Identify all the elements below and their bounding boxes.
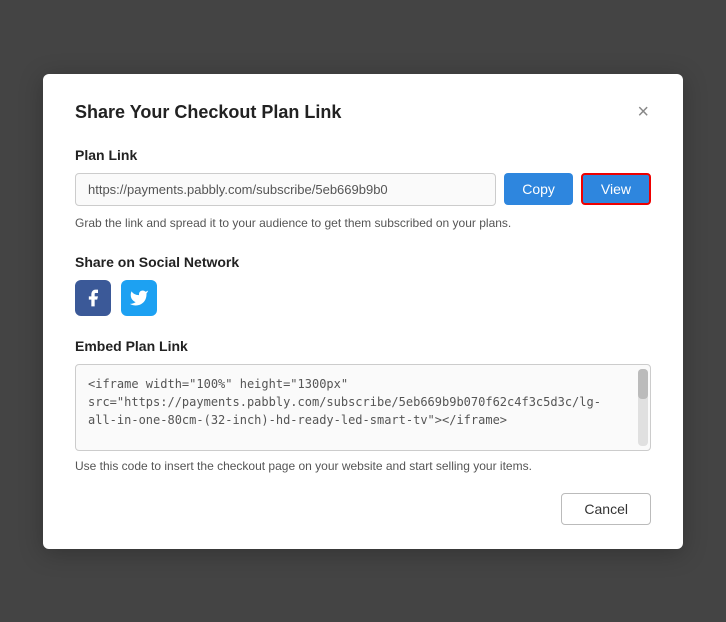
embed-hint: Use this code to insert the checkout pag… [75, 459, 651, 473]
scrollbar-thumb [638, 369, 648, 399]
twitter-icon[interactable] [121, 280, 157, 316]
social-section: Share on Social Network [75, 254, 651, 316]
modal-title: Share Your Checkout Plan Link [75, 102, 341, 123]
embed-textarea-wrapper: <iframe width="100%" height="1300px" src… [75, 364, 651, 451]
modal-header: Share Your Checkout Plan Link × [75, 102, 651, 123]
embed-section: Embed Plan Link <iframe width="100%" hei… [75, 338, 651, 473]
facebook-icon[interactable] [75, 280, 111, 316]
share-modal: Share Your Checkout Plan Link × Plan Lin… [43, 74, 683, 549]
scrollbar [638, 369, 648, 446]
copy-button[interactable]: Copy [504, 173, 573, 205]
cancel-button[interactable]: Cancel [561, 493, 651, 525]
plan-link-hint: Grab the link and spread it to your audi… [75, 214, 651, 232]
view-button[interactable]: View [581, 173, 651, 205]
close-button[interactable]: × [635, 102, 651, 122]
embed-textarea[interactable]: <iframe width="100%" height="1300px" src… [76, 365, 650, 445]
plan-link-label: Plan Link [75, 147, 651, 163]
embed-label: Embed Plan Link [75, 338, 651, 354]
plan-link-input[interactable] [75, 173, 496, 206]
modal-footer: Cancel [75, 493, 651, 525]
plan-link-row: Copy View [75, 173, 651, 206]
plan-link-section: Plan Link Copy View Grab the link and sp… [75, 147, 651, 232]
social-label: Share on Social Network [75, 254, 651, 270]
social-row [75, 280, 651, 316]
